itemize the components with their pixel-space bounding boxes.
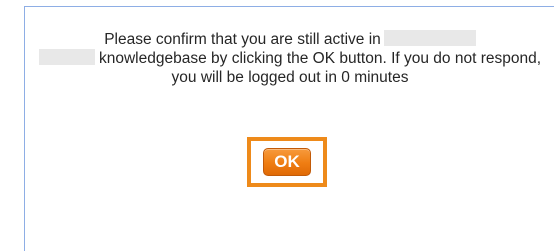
- message-text-start: Please confirm that you are still active…: [104, 31, 381, 48]
- redacted-name-block-2: [38, 49, 95, 65]
- dialog-border-top: [24, 6, 554, 7]
- dialog-border-left: [24, 6, 25, 251]
- session-timeout-dialog: Please confirm that you are still active…: [0, 0, 554, 251]
- ok-button[interactable]: OK: [263, 148, 311, 176]
- redacted-name-block: [383, 30, 476, 46]
- session-timeout-message: Please confirm that you are still active…: [26, 30, 554, 87]
- ok-button-highlight: OK: [247, 137, 327, 187]
- message-text-end: knowledgebase by clicking the OK button.…: [98, 50, 542, 86]
